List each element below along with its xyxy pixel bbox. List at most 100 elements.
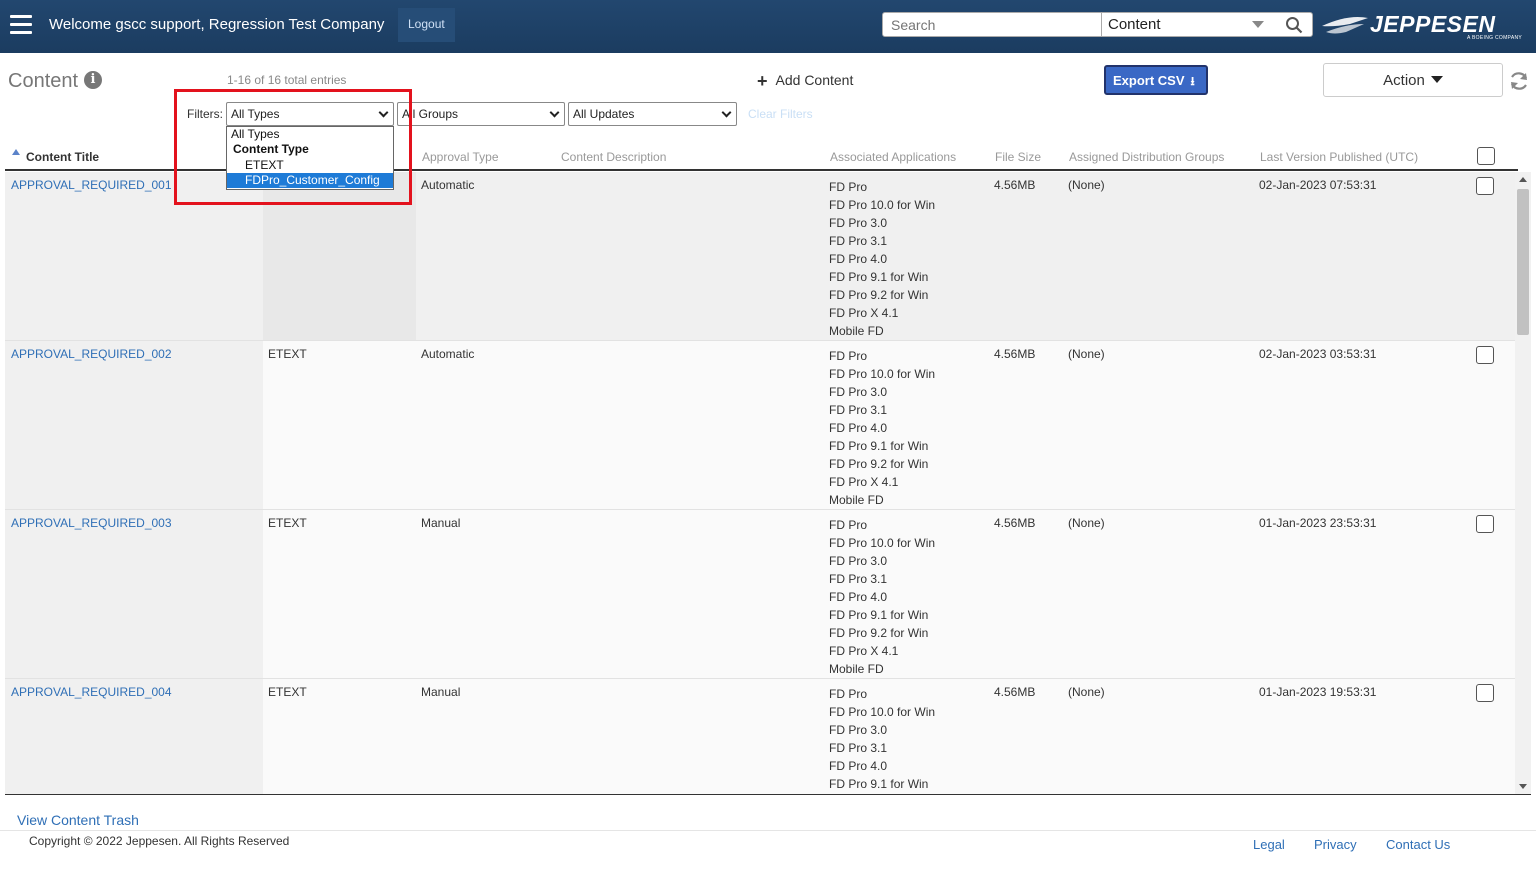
column-file-size[interactable]: File Size [995,150,1041,164]
row-checkbox[interactable] [1476,177,1494,195]
app-item: FD Pro 4.0 [829,590,888,604]
row-checkbox[interactable] [1476,515,1494,533]
view-content-trash-link[interactable]: View Content Trash [17,812,139,828]
app-item: FD Pro [829,518,868,532]
app-item: FD Pro 9.1 for Win [829,608,929,622]
scrollbar-thumb[interactable] [1517,189,1529,335]
sort-ascending-icon[interactable] [12,149,20,155]
app-item: FD Pro 10.0 for Win [829,198,936,212]
app-item: FD Pro 3.0 [829,385,888,399]
scroll-up-arrow-icon[interactable] [1519,177,1527,182]
column-associated-applications[interactable]: Associated Applications [830,150,956,164]
app-item: Mobile FD [829,324,884,338]
legal-link[interactable]: Legal [1253,837,1285,852]
privacy-link[interactable]: Privacy [1314,837,1357,852]
app-item: FD Pro X 4.1 [829,475,899,489]
export-csv-button[interactable]: Export CSV ⭳ [1104,65,1208,95]
row-checkbox[interactable] [1476,684,1494,702]
jeppesen-logo: JEPPESEN [1370,11,1496,37]
update-filter-value: All Updates [573,107,635,121]
last-published: 02-Jan-2023 07:53:31 [1259,178,1377,192]
app-item: FD Pro 3.0 [829,554,888,568]
app-item: FD Pro 10.0 for Win [829,536,936,550]
clear-filters-link[interactable]: Clear Filters [748,107,813,121]
add-content-label: Add Content [775,72,854,88]
app-item: FD Pro 9.2 for Win [829,626,929,640]
app-item: FD Pro 3.0 [829,723,888,737]
table-row: APPROVAL_REQUIRED_002 ETEXT Automatic FD… [5,341,1515,510]
file-size: 4.56MB [994,516,1036,530]
highlight-annotation-box [174,89,412,205]
column-approval-type[interactable]: Approval Type [422,150,499,164]
app-item: FD Pro 3.1 [829,234,888,248]
approval-type: Automatic [421,347,475,361]
content-type: ETEXT [268,516,307,530]
table-bottom-border [5,794,1531,795]
associated-applications: FD Pro FD Pro 10.0 for Win FD Pro 3.0 FD… [829,347,935,509]
row-checkbox[interactable] [1476,346,1494,364]
file-size: 4.56MB [994,178,1036,192]
app-item: Mobile FD [829,662,884,676]
action-button[interactable]: Action [1323,63,1503,97]
caret-down-icon[interactable] [1252,21,1264,28]
app-item: FD Pro X 4.1 [829,644,899,658]
content-type: ETEXT [268,685,307,699]
logo-subtitle: A BOEING COMPANY [1467,35,1522,41]
table-body: APPROVAL_REQUIRED_001 Automatic FD Pro F… [5,172,1515,794]
content-title-link[interactable]: APPROVAL_REQUIRED_002 [11,347,172,361]
app-item: FD Pro 10.0 for Win [829,367,936,381]
app-item: FD Pro 3.1 [829,403,888,417]
app-item: FD Pro [829,180,868,194]
file-size: 4.56MB [994,347,1036,361]
table-scrollbar[interactable] [1515,172,1531,794]
entries-count: 1-16 of 16 total entries [227,73,347,87]
scroll-down-arrow-icon[interactable] [1519,784,1527,789]
app-item: FD Pro X 4.1 [829,306,899,320]
action-label: Action [1383,72,1425,89]
file-size: 4.56MB [994,685,1036,699]
column-last-version-published[interactable]: Last Version Published (UTC) [1260,150,1418,164]
content-type: ETEXT [268,347,307,361]
page-title: Content [8,70,79,92]
content-title-link[interactable]: APPROVAL_REQUIRED_001 [11,178,172,192]
last-published: 01-Jan-2023 23:53:31 [1259,516,1377,530]
copyright-text: Copyright © 2022 Jeppesen. All Rights Re… [29,834,290,848]
chevron-down-icon [721,107,732,118]
table-row: APPROVAL_REQUIRED_004 ETEXT Manual FD Pr… [5,679,1515,794]
search-scope-select[interactable]: Content [1101,12,1313,37]
app-item: Mobile FD [829,493,884,507]
distribution-groups: (None) [1068,516,1105,530]
search-icon[interactable] [1285,16,1303,34]
app-item: FD Pro 3.1 [829,741,888,755]
app-item: FD Pro 4.0 [829,252,888,266]
column-assigned-distribution-groups[interactable]: Assigned Distribution Groups [1069,150,1224,164]
approval-type: Automatic [421,178,475,192]
app-item: FD Pro [829,349,868,363]
content-title-link[interactable]: APPROVAL_REQUIRED_003 [11,516,172,530]
app-item: FD Pro 3.0 [829,216,888,230]
app-item: FD Pro 3.1 [829,572,888,586]
column-content-title[interactable]: Content Title [26,150,99,164]
app-item: FD Pro 9.2 for Win [829,288,929,302]
sorted-column-bg [5,510,263,678]
associated-applications: FD Pro FD Pro 10.0 for Win FD Pro 3.0 FD… [829,516,935,678]
column-content-description[interactable]: Content Description [561,150,666,164]
app-item: FD Pro 10.0 for Win [829,705,936,719]
content-title-link[interactable]: APPROVAL_REQUIRED_004 [11,685,172,699]
select-all-checkbox[interactable] [1477,147,1495,165]
update-filter-select[interactable]: All Updates [568,102,737,126]
app-item: FD Pro 9.2 for Win [829,457,929,471]
approval-type: Manual [421,685,461,699]
export-csv-label: Export CSV [1113,73,1185,88]
search-input[interactable] [882,12,1102,37]
hamburger-menu-icon[interactable] [10,15,32,37]
last-published: 02-Jan-2023 03:53:31 [1259,347,1377,361]
contact-us-link[interactable]: Contact Us [1386,837,1450,852]
footer-divider [0,830,1536,831]
refresh-icon[interactable] [1508,70,1530,92]
info-icon[interactable]: i [84,71,102,89]
logout-link[interactable]: Logout [408,17,445,31]
group-filter-select[interactable]: All Groups [397,102,565,126]
approval-type: Manual [421,516,461,530]
add-content-button[interactable]: + Add Content [757,71,853,92]
